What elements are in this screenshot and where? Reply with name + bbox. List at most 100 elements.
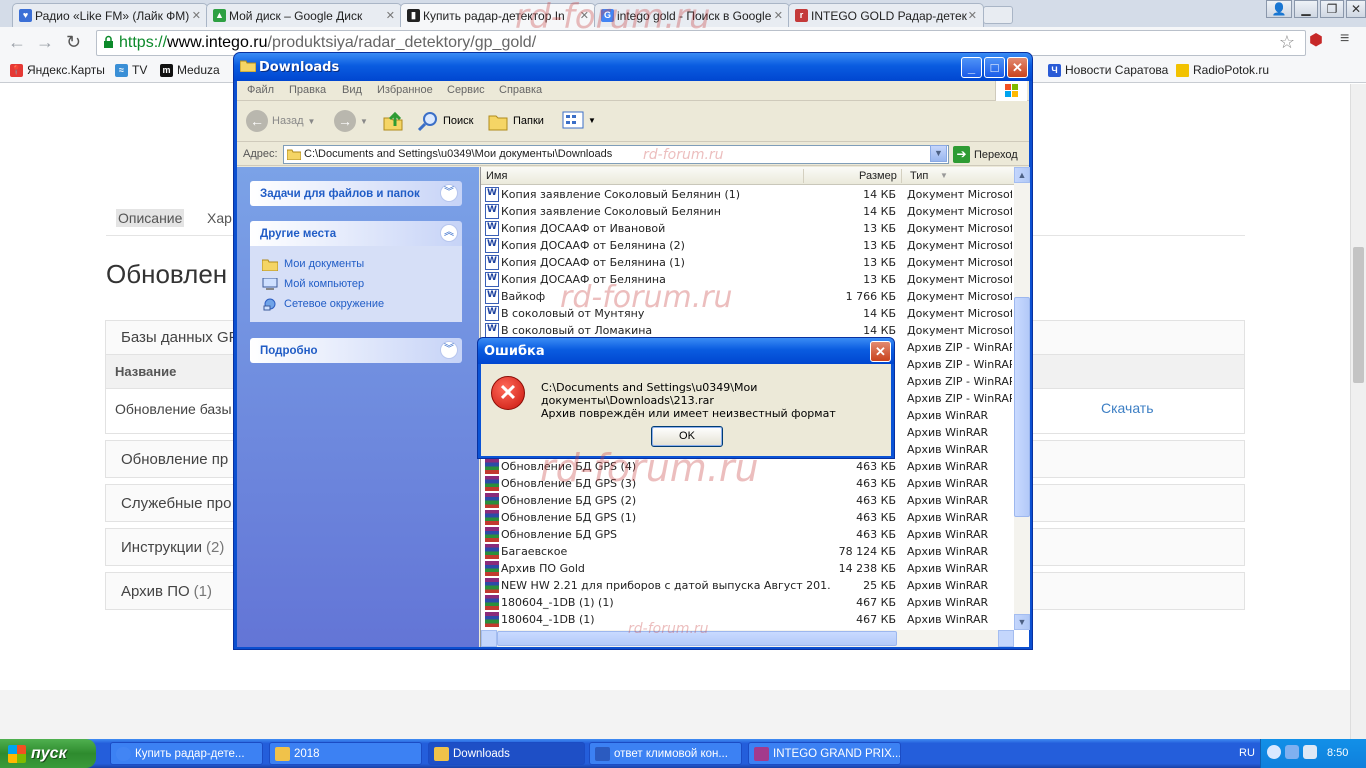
up-folder-button[interactable] [382, 110, 404, 132]
file-row[interactable]: Копия ДОСААФ от Белянина (1) 13 КБ Докумен… [481, 254, 1014, 271]
file-row[interactable]: Обновление БД GPS (4) 463 КБ Архив WinRAR [481, 458, 1014, 475]
browser-tab-2[interactable]: ▲ Мой диск – Google Диск ✕ [206, 3, 402, 27]
scrollbar-thumb[interactable] [1014, 297, 1030, 517]
scroll-down-icon[interactable]: ▼ [1014, 614, 1030, 630]
file-row[interactable]: Вайкоф 1 766 КБ Документ Microsof... [481, 288, 1014, 305]
language-indicator[interactable]: RU [1239, 747, 1255, 759]
minimize-button[interactable]: _ [961, 57, 982, 78]
file-row[interactable]: Копия ДОСААФ от Белянина (2) 13 КБ Докумен… [481, 237, 1014, 254]
file-row[interactable]: Копия ДОСААФ от Ивановой 13 КБ Документ Mi… [481, 220, 1014, 237]
file-row[interactable]: Обновление БД GPS 463 КБ Архив WinRAR [481, 526, 1014, 543]
file-row[interactable]: Багаевское 78 124 КБ Архив WinRAR [481, 543, 1014, 560]
file-row[interactable]: Обновление БД GPS (2) 463 КБ Архив WinRAR [481, 492, 1014, 509]
scrollbar-thumb[interactable] [1353, 247, 1364, 383]
user-icon[interactable]: 👤 [1266, 0, 1292, 18]
menu-help[interactable]: Справка [499, 84, 542, 96]
folders-button[interactable]: Папки [487, 110, 544, 132]
chevron-down-icon[interactable]: ︾ [440, 184, 458, 202]
volume-icon[interactable] [1303, 745, 1317, 759]
back-arrow-icon[interactable] [1267, 745, 1281, 759]
page-scrollbar[interactable] [1350, 84, 1366, 739]
search-button[interactable]: Поиск [417, 110, 473, 132]
bookmark-news-saratov[interactable]: Ч Новости Саратова [1048, 63, 1168, 77]
link-network[interactable]: Сетевое окружение [262, 294, 462, 314]
taskbar-item-winrar[interactable]: INTEGO GRAND PRIX... [748, 742, 901, 765]
network-icon[interactable] [1285, 745, 1299, 759]
views-button[interactable]: ▼ [562, 110, 596, 130]
link-my-documents[interactable]: Мои документы [262, 254, 462, 274]
panel-header[interactable]: Другие места [250, 221, 462, 246]
browser-tab-1[interactable]: ♥ Радио «Like FM» (Лайк ФМ) ✕ [12, 3, 208, 27]
back-button[interactable]: ← Назад ▼ [246, 110, 315, 132]
ok-button[interactable]: OK [651, 426, 723, 447]
file-row[interactable]: Копия ДОСААФ от Белянина 13 КБ Документ Mi… [481, 271, 1014, 288]
close-button[interactable]: ✕ [1346, 0, 1366, 18]
chevron-down-icon[interactable]: ︾ [440, 341, 458, 359]
file-row[interactable]: Копия заявление Соколовый Белянин (1) 14 … [481, 186, 1014, 203]
close-icon[interactable]: ✕ [192, 9, 201, 22]
browser-tab-3[interactable]: ▮ Купить радар-детектор In ✕ [400, 3, 596, 27]
file-row[interactable]: Обновление БД GPS (1) 463 КБ Архив WinRAR [481, 509, 1014, 526]
tab-characteristics[interactable]: Хар [205, 209, 234, 227]
column-type[interactable]: Тип [910, 170, 928, 182]
taskbar-item-2018[interactable]: 2018 [269, 742, 422, 765]
bookmark-radiopotok[interactable]: RadioPotok.ru [1176, 63, 1269, 77]
bookmark-yandex-maps[interactable]: 📍 Яндекс.Карты [10, 63, 105, 77]
forward-button[interactable]: → ▼ [334, 110, 368, 132]
file-row[interactable]: В соколовый от Мунтяну 14 КБ Документ Micr… [481, 305, 1014, 322]
file-row[interactable]: NEW HW 2.21 для приборов с датой выпуска… [481, 577, 1014, 594]
scroll-up-icon[interactable]: ▲ [1014, 167, 1030, 183]
tab-description[interactable]: Описание [116, 209, 185, 227]
taskbar-item-chrome[interactable]: Купить радар-дете... [110, 742, 263, 765]
menu-tools[interactable]: Сервис [447, 84, 485, 96]
new-tab-button[interactable] [983, 6, 1013, 24]
taskbar-item-word[interactable]: ответ климовой кон... [589, 742, 742, 765]
close-button[interactable]: ✕ [870, 341, 891, 362]
column-separator[interactable] [803, 169, 804, 183]
address-dropdown-button[interactable]: ▼ [930, 145, 947, 162]
chevron-up-icon[interactable]: ︽ [440, 224, 458, 242]
close-icon[interactable]: ✕ [386, 9, 395, 22]
menu-edit[interactable]: Правка [289, 84, 326, 96]
column-size[interactable]: Размер [859, 170, 897, 182]
file-row[interactable]: Копия заявление Соколовый Белянин 14 КБ До… [481, 203, 1014, 220]
bookmark-star-icon[interactable]: ☆ [1279, 32, 1295, 53]
bookmark-tv[interactable]: ≈ TV [115, 63, 147, 77]
bookmark-meduza[interactable]: m Meduza [160, 63, 220, 77]
horizontal-scrollbar[interactable] [481, 630, 1014, 647]
go-button[interactable]: ➔ Переход [953, 146, 1018, 163]
menu-icon[interactable]: ≡ [1340, 30, 1349, 48]
panel-header[interactable]: Задачи для файлов и папок [250, 181, 462, 206]
close-button[interactable]: ✕ [1007, 57, 1028, 78]
file-row[interactable]: Архив ПО Gold 14 238 КБ Архив WinRAR [481, 560, 1014, 577]
menu-view[interactable]: Вид [342, 84, 362, 96]
explorer-title-bar[interactable]: Downloads _ □ ✕ [234, 53, 1032, 81]
browser-tab-4[interactable]: G intego gold - Поиск в Google ✕ [594, 3, 790, 27]
scrollbar-thumb[interactable] [497, 631, 897, 646]
column-name[interactable]: Имя [486, 170, 507, 182]
file-list-scrollbar[interactable]: ▲ ▼ [1014, 167, 1030, 630]
browser-tab-5[interactable]: r INTEGO GOLD Радар-детек ✕ [788, 3, 984, 27]
file-row[interactable]: Обновление БД GPS (3) 463 КБ Архив WinRAR [481, 475, 1014, 492]
close-icon[interactable]: ✕ [774, 9, 783, 22]
link-my-computer[interactable]: Мой компьютер [262, 274, 462, 294]
file-row[interactable]: 180604_-1DB (1) (1) 467 КБ Архив WinRAR [481, 594, 1014, 611]
scroll-right-icon[interactable] [998, 630, 1014, 647]
forward-arrow-icon[interactable]: → [36, 32, 54, 53]
file-row[interactable]: 180604_-1DB (1) 467 КБ Архив WinRAR [481, 611, 1014, 628]
menu-favorites[interactable]: Избранное [377, 84, 433, 96]
column-separator[interactable] [901, 169, 902, 183]
menu-file[interactable]: Файл [247, 84, 274, 96]
taskbar-item-downloads[interactable]: Downloads [428, 742, 585, 765]
panel-header[interactable]: Подробно [250, 338, 462, 363]
reload-icon[interactable]: ↻ [66, 32, 81, 53]
maximize-button[interactable]: □ [984, 57, 1005, 78]
back-arrow-icon[interactable]: ← [8, 32, 26, 53]
minimize-button[interactable]: ▁ [1294, 0, 1318, 18]
address-field[interactable]: C:\Documents and Settings\u0349\Мои доку… [283, 145, 949, 164]
dialog-title-bar[interactable]: Ошибка ✕ [478, 338, 894, 364]
download-link[interactable]: Скачать [1101, 400, 1154, 416]
close-icon[interactable]: ✕ [580, 9, 589, 22]
scroll-left-icon[interactable] [481, 630, 497, 647]
maximize-button[interactable]: ❐ [1320, 0, 1344, 18]
